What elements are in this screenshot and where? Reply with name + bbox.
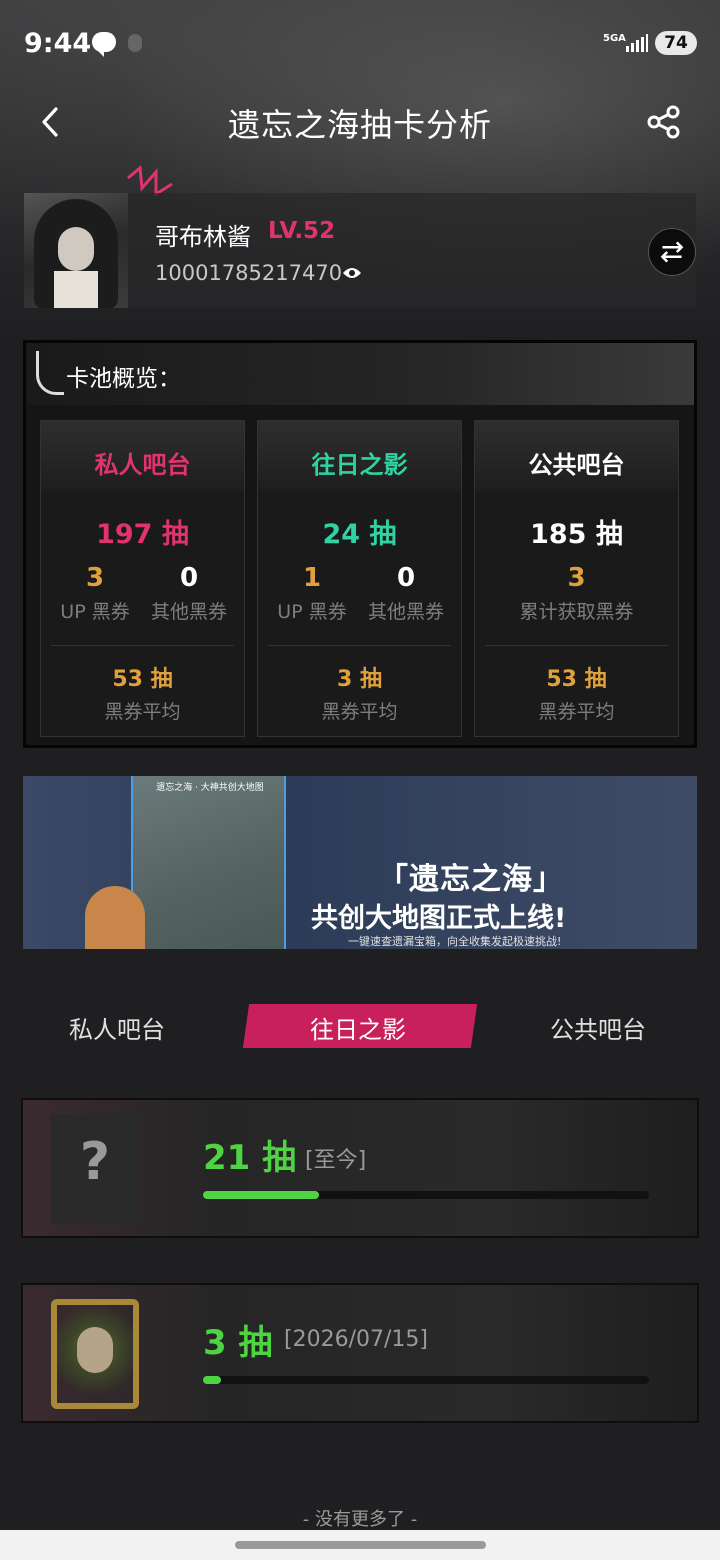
average-label: 黑券平均 [321,701,398,723]
stat-label: UP 黑券 [277,601,347,623]
pool-stat: 3 累计获取黑券 [475,563,678,624]
tab-public-bar[interactable]: 公共吧台 [550,1010,646,1045]
username: 哥布林酱 [155,223,251,251]
swap-icon [660,241,684,263]
pool-card-public-bar[interactable]: 公共吧台 185 抽 3 累计获取黑券 53 抽 黑券平均 [474,420,679,737]
stat-number: 3 [85,563,105,593]
pool-card-past-shadow[interactable]: 往日之影 24 抽 1 UP 黑券 0 其他黑券 3 抽 黑券平均 [257,420,462,737]
pool-stat: 3 UP 黑券 [45,563,145,624]
pool-name: 往日之影 [311,451,408,479]
progress-track [203,1376,649,1384]
stat-number: 0 [396,563,416,593]
chat-icon [92,32,116,57]
avatar[interactable] [24,193,128,308]
home-indicator[interactable] [235,1541,486,1549]
battery-icon: 74 [655,31,697,55]
average-draws: 53 抽 [112,667,173,692]
stat-number: 1 [302,563,322,593]
stat-number: 0 [179,563,199,593]
banner-map-title: 遗忘之海 · 大神共创大地图 [156,783,264,793]
share-icon[interactable] [646,104,682,140]
average-label: 黑券平均 [538,701,615,723]
banner-headline: 共创大地图正式上线! [311,903,567,934]
pool-stat: 1 UP 黑券 [262,563,362,624]
draw-record-card[interactable]: 3 抽 [2026/07/15] [21,1283,699,1423]
page-title: 遗忘之海抽卡分析 [227,106,492,144]
swap-account-button[interactable] [648,228,696,276]
average-label: 黑券平均 [104,701,181,723]
pool-stat: 0 其他黑券 [139,563,239,624]
signal-icon [626,34,648,52]
banner-title: 「遗忘之海」 [378,862,564,897]
overview-title: 卡池概览： [66,366,181,392]
pool-total-draws: 185 抽 [530,519,623,550]
pool-overview-panel: 卡池概览： 私人吧台 197 抽 3 UP 黑券 0 其他黑券 53 抽 黑券平… [23,340,697,748]
pool-total-draws: 197 抽 [96,519,189,550]
progress-fill [203,1191,319,1199]
unknown-character-thumbnail: ? [51,1114,139,1224]
average-draws: 53 抽 [546,667,607,692]
banner-character-image [85,886,145,949]
pool-total-draws: 24 抽 [322,519,397,550]
record-date-tag: [2026/07/15] [284,1327,428,1352]
divider [268,645,451,646]
speech-bubble-icon [36,351,64,395]
network-label: 5GA [603,33,626,44]
user-id: 10001785217470 [155,261,343,285]
stat-number: 3 [567,563,586,593]
divider [51,645,234,646]
banner-map-image: 遗忘之海 · 大神共创大地图 [131,776,286,949]
tab-private-bar[interactable]: 私人吧台 [69,1010,165,1045]
progress-track [203,1191,649,1199]
pool-name: 私人吧台 [94,451,191,479]
no-more-footer: - 没有更多了 - [302,1509,418,1530]
banner-subtitle: 一键速查遗漏宝箱，向全收集发起极速挑战! [348,935,562,948]
stat-label: 累计获取黑券 [519,601,634,623]
divider [485,645,668,646]
pool-name: 公共吧台 [528,451,625,479]
question-mark-icon: ? [79,1132,111,1192]
record-date-tag: [至今] [305,1148,367,1173]
pool-stat: 0 其他黑券 [356,563,456,624]
overview-header: 卡池概览： [26,343,694,405]
status-time: 9:44 [24,28,92,59]
stat-label: 其他黑券 [150,601,227,623]
user-level: LV.52 [268,218,336,244]
pool-card-private-bar[interactable]: 私人吧台 197 抽 3 UP 黑券 0 其他黑券 53 抽 黑券平均 [40,420,245,737]
record-draw-count: 3 抽 [203,1323,273,1363]
character-portrait-thumbnail [51,1299,139,1409]
record-draw-count: 21 抽 [203,1138,297,1178]
stat-label: 其他黑券 [367,601,444,623]
draw-record-card[interactable]: ? 21 抽 [至今] [21,1098,699,1238]
progress-fill [203,1376,221,1384]
eye-icon[interactable] [342,266,362,280]
tab-past-shadow[interactable]: 往日之影 [310,1010,406,1045]
portrait-face [77,1327,113,1373]
stat-label: UP 黑券 [60,601,130,623]
promo-banner[interactable]: 遗忘之海 · 大神共创大地图 「遗忘之海」 共创大地图正式上线! 一键速查遗漏宝… [23,776,697,949]
profile-card [24,193,696,308]
notification-icon [128,34,142,52]
average-draws: 3 抽 [337,667,382,692]
status-bar: 9:44 5GA 74 [0,0,720,86]
